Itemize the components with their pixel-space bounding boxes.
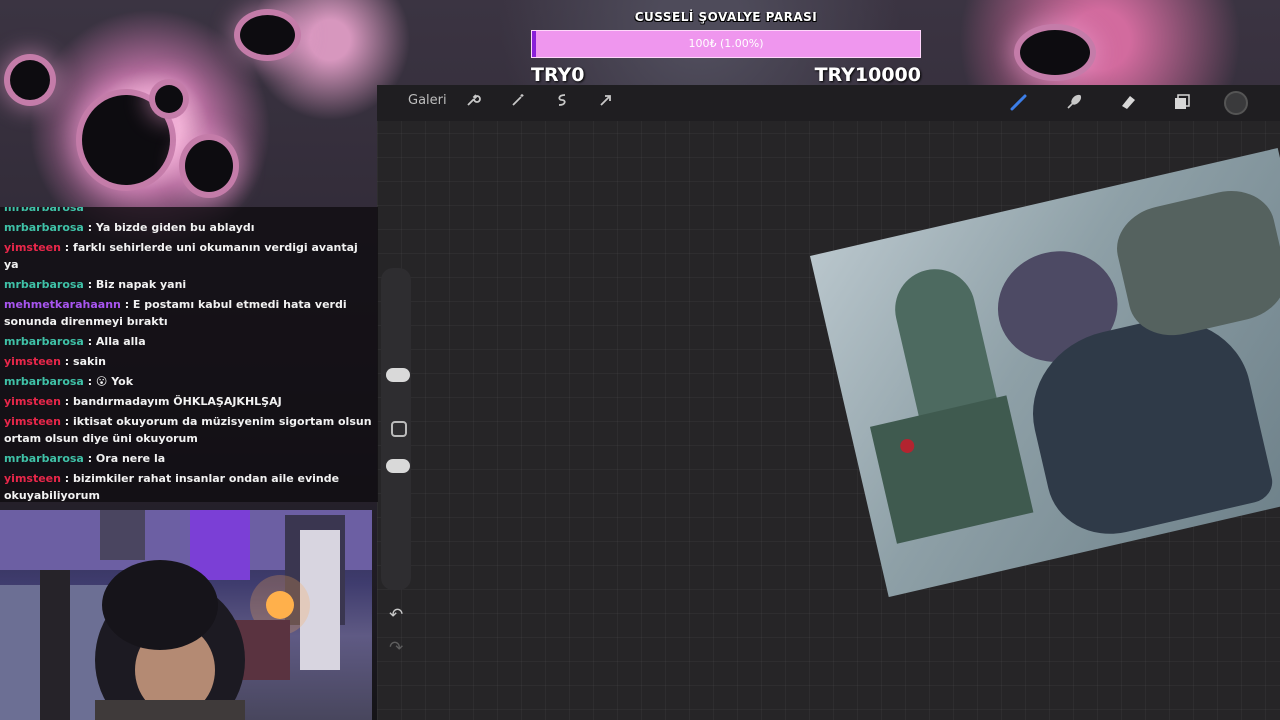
- chat-message-text: 😮 Yok: [95, 375, 134, 388]
- undo-icon[interactable]: ↶: [389, 605, 403, 625]
- bg-blob: [82, 95, 170, 185]
- chat-username[interactable]: mrbarbarosa: [4, 335, 84, 348]
- chat-line-partial: mrbarbarosa: [4, 207, 84, 214]
- chat-message: mrbarbarosa : 😮 Yok: [0, 371, 378, 391]
- dresser-shape: [869, 395, 1034, 544]
- brush-size-slider[interactable]: [386, 368, 410, 382]
- chat-message: mrbarbarosa : Alla alla: [0, 331, 378, 351]
- chat-username[interactable]: yimsteen: [4, 395, 61, 408]
- webcam-feed: [0, 510, 372, 720]
- chat-message: yimsteen : farklı sehirlerde uni okumanı…: [0, 237, 378, 274]
- webcam-scene: [0, 510, 372, 720]
- bg-blob: [240, 15, 295, 55]
- goal-title: CUSSELİ ŞOVALYE PARASI: [634, 10, 818, 24]
- chat-username[interactable]: mrbarbarosa: [4, 278, 84, 291]
- smudge-icon[interactable]: [1063, 92, 1085, 114]
- chat-username[interactable]: yimsteen: [4, 355, 61, 368]
- chat-message-text: Biz napak yani: [95, 278, 187, 291]
- selection-icon[interactable]: [551, 92, 573, 114]
- chat-username[interactable]: mrbarbarosa: [4, 452, 84, 465]
- background-shape: [1109, 181, 1280, 345]
- chat-message: yimsteen : iktisat okuyorum da müzisyeni…: [0, 411, 378, 448]
- chat-separator: :: [60, 415, 74, 428]
- chat-separator: :: [83, 375, 96, 388]
- procreate-toolbar: Galeri: [377, 85, 1280, 121]
- chat-message-text: bandırmadayım ÖHKLAŞAJKHLŞAJ: [73, 395, 282, 408]
- brush-opacity-slider[interactable]: [386, 459, 410, 473]
- chat-separator: :: [83, 452, 96, 465]
- wrench-icon[interactable]: [462, 92, 484, 114]
- chat-separator: :: [120, 298, 133, 311]
- chat-separator: :: [60, 355, 74, 368]
- chat-message: mehmetkarahaann : E postamı kabul etmedi…: [0, 294, 378, 331]
- chat-separator: :: [60, 395, 74, 408]
- bg-blob: [185, 140, 233, 192]
- chat-username[interactable]: yimsteen: [4, 241, 61, 254]
- procreate-sidebar: ↶ ↷: [381, 268, 411, 658]
- chat-message-text: Ora nere la: [95, 452, 166, 465]
- goal-min-label: TRY0: [531, 64, 585, 86]
- chat-username[interactable]: mrbarbarosa: [4, 375, 84, 388]
- chat-separator: :: [83, 278, 96, 291]
- chat-separator: :: [60, 241, 74, 254]
- chat-username[interactable]: yimsteen: [4, 415, 61, 428]
- chat-separator: :: [83, 335, 96, 348]
- chat-username[interactable]: mrbarbarosa: [4, 221, 84, 234]
- modify-button[interactable]: [391, 421, 407, 437]
- brush-icon[interactable]: [1008, 92, 1030, 114]
- bg-blob: [10, 60, 50, 100]
- chat-message: mrbarbarosa : Ya bizde giden bu ablaydı: [0, 217, 378, 237]
- redo-icon[interactable]: ↷: [389, 638, 403, 658]
- chat-username[interactable]: mehmetkarahaann: [4, 298, 121, 311]
- chat-message-text: Alla alla: [95, 335, 146, 348]
- chat-message: yimsteen : sakin: [0, 351, 378, 371]
- transform-arrow-icon[interactable]: [595, 92, 617, 114]
- color-picker-icon[interactable]: [1224, 91, 1248, 115]
- chat-separator: :: [83, 221, 96, 234]
- layers-icon[interactable]: [1171, 92, 1193, 114]
- eraser-icon[interactable]: [1117, 92, 1139, 114]
- donation-goal-widget: CUSSELİ ŞOVALYE PARASI 100₺ (1.00%) TRY0…: [531, 10, 921, 86]
- bg-blob: [155, 85, 183, 113]
- goal-max-label: TRY10000: [814, 64, 921, 86]
- chat-message: mrbarbarosa : Biz napak yani: [0, 274, 378, 294]
- bg-blob: [1020, 30, 1090, 75]
- stream-chat: mrbarbarosa mrbarbarosa : Ya bizde giden …: [0, 207, 378, 502]
- chat-message: yimsteen : bizimkiler rahat insanlar ond…: [0, 468, 378, 502]
- magic-wand-icon[interactable]: [507, 92, 529, 114]
- goal-progress-bar: 100₺ (1.00%): [531, 30, 921, 58]
- gallery-button[interactable]: Galeri: [408, 93, 447, 108]
- chat-username[interactable]: yimsteen: [4, 472, 61, 485]
- chat-separator: :: [60, 472, 74, 485]
- chat-message: yimsteen : bandırmadayım ÖHKLAŞAJKHLŞAJ: [0, 391, 378, 411]
- goal-progress-text: 100₺ (1.00%): [688, 37, 764, 50]
- chat-message: mrbarbarosa : Ora nere la: [0, 448, 378, 468]
- chat-message-text: Ya bizde giden bu ablaydı: [95, 221, 255, 234]
- chat-message-text: sakin: [73, 355, 106, 368]
